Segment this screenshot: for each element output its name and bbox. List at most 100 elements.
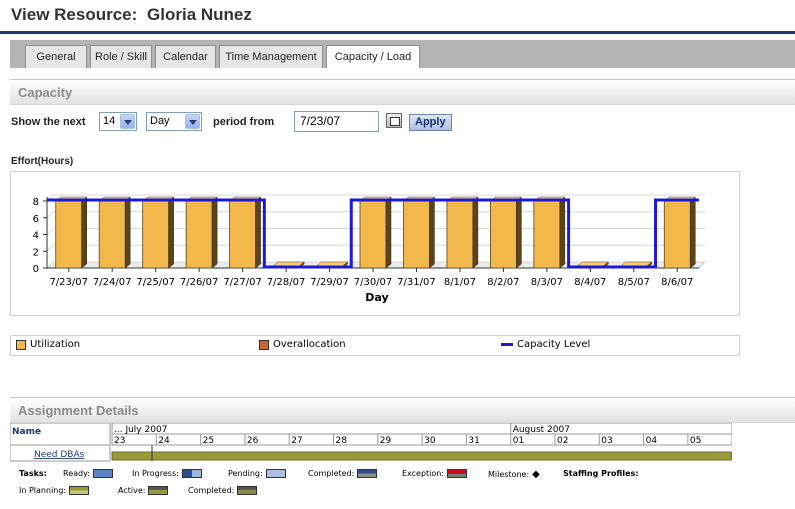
apply-button[interactable]: Apply <box>409 114 452 131</box>
x-tick-label: 7/27/07 <box>223 277 262 288</box>
page-title-label: View Resource: <box>11 5 138 24</box>
chevron-down-icon <box>185 114 200 129</box>
completed-swatch <box>357 469 378 478</box>
period-count-select[interactable]: 14 <box>99 112 137 131</box>
assignment-gantt: Name Need DBAs ... July 2007 August 2007 23 2… <box>9 422 733 466</box>
day-label: 27 <box>291 436 302 446</box>
utilization-bar-side <box>385 196 392 269</box>
day-label: 28 <box>336 436 348 446</box>
gridline-side <box>46 228 54 235</box>
resource-name: Gloria Nunez <box>147 5 252 24</box>
y-tick-label: 8 <box>33 197 39 208</box>
x-tick-label: 8/1/07 <box>444 277 476 288</box>
ready-label: Ready: <box>63 469 90 478</box>
name-header: Name <box>12 427 41 437</box>
utilization-bar-side <box>429 196 435 269</box>
gridline-side <box>46 244 54 252</box>
staffing-profiles-text: Staffing Profiles: <box>563 469 639 478</box>
period-unit-select[interactable]: Day <box>146 112 202 131</box>
tab-capacity-load[interactable]: Capacity / Load <box>326 45 420 68</box>
utilization-bar-top <box>576 261 610 267</box>
x-tick-label: 7/26/07 <box>180 277 219 288</box>
day-label: 29 <box>380 436 392 446</box>
diamond-icon: ◆ <box>532 469 540 480</box>
legend-completed: Completed: <box>308 469 378 478</box>
legend-exception: Exception: <box>402 469 468 478</box>
utilization-bar <box>489 200 517 269</box>
tab-capacity-load-label: Capacity / Load <box>334 51 412 63</box>
legend-capacity-level: Capacity Level <box>501 339 590 350</box>
utilization-bar-side <box>211 196 218 269</box>
show-next-label: Show the next <box>11 116 86 128</box>
chart-legend: Utilization Overallocation Capacity Leve… <box>10 335 740 356</box>
tasks-label-text: Tasks: <box>19 469 47 478</box>
task-name-link[interactable]: Need DBAs <box>34 450 85 460</box>
start-date-input[interactable]: 7/23/07 <box>294 111 379 132</box>
milestone-label: Milestone: <box>488 470 530 479</box>
capacity-chart: 0 2 4 6 8 7/23/07 7/24/07 7/25/07 7/26/07 7/27/07… <box>10 171 740 316</box>
legend-overallocation-label: Overallocation <box>273 339 346 350</box>
active-swatch <box>148 486 169 495</box>
utilization-bar-side <box>559 196 566 269</box>
x-tick-label: 7/29/07 <box>310 277 349 288</box>
utilization-bar <box>98 200 126 269</box>
utilization-bar-top <box>620 261 653 267</box>
tab-general[interactable]: General <box>25 45 87 68</box>
legend-capacity-level-label: Capacity Level <box>517 339 591 350</box>
legend-milestone: Milestone: ◆ <box>488 469 540 480</box>
day-label: 02 <box>557 436 568 446</box>
x-axis-title: Day <box>365 291 388 304</box>
utilization-bar <box>533 200 561 269</box>
day-label: 03 <box>601 436 612 446</box>
x-tick-label: 7/28/07 <box>267 277 306 288</box>
day-label: 31 <box>468 436 479 446</box>
x-tick-label: 7/31/07 <box>397 277 436 288</box>
utilization-bar <box>403 200 430 269</box>
x-tick-label: 7/25/07 <box>136 277 175 288</box>
legend-overallocation: Overallocation <box>259 339 346 350</box>
utilization-bar-side <box>124 196 131 269</box>
utilization-bar-side <box>255 196 261 269</box>
effort-label: Effort(Hours) <box>11 156 74 167</box>
legend-in-planning: In Planning: <box>19 486 90 495</box>
completed-profile-swatch <box>237 486 258 495</box>
day-label: 25 <box>203 436 214 446</box>
completed-profile-label: Completed: <box>188 486 235 495</box>
capacity-section-header: Capacity <box>10 79 795 105</box>
legend-pending: Pending: <box>228 469 286 478</box>
utilization-bar <box>55 200 83 269</box>
task-status-legend: Tasks: Ready: In Progress: Pending: Comp… <box>10 466 790 500</box>
in-planning-swatch <box>69 486 90 495</box>
exception-swatch <box>447 469 468 478</box>
day-label: 01 <box>513 436 524 446</box>
utilization-bar <box>185 200 213 269</box>
pending-swatch <box>265 469 286 478</box>
utilization-bar-side <box>81 196 87 269</box>
period-from-label: period from <box>213 116 275 128</box>
tasks-label: Tasks: <box>19 469 47 478</box>
tab-bar: General Role / Skill Calendar Time Manag… <box>10 40 795 68</box>
y-tick-label: 0 <box>33 264 39 275</box>
in-progress-label: In Progress: <box>132 469 179 478</box>
tab-time-management[interactable]: Time Management <box>219 45 323 68</box>
legend-in-progress: In Progress: <box>132 469 202 478</box>
pending-label: Pending: <box>228 469 263 478</box>
day-label: 24 <box>158 436 170 446</box>
utilization-bar <box>446 200 474 269</box>
utilization-bar-top <box>315 261 349 267</box>
legend-active: Active: <box>118 486 169 495</box>
staffing-profiles-label: Staffing Profiles: <box>563 469 638 478</box>
calendar-icon[interactable] <box>386 113 402 128</box>
tab-time-management-label: Time Management <box>225 51 317 63</box>
utilization-bar <box>229 200 257 269</box>
x-tick-label: 8/5/07 <box>618 277 650 288</box>
y-tick-label: 2 <box>33 247 39 258</box>
utilization-bar-side <box>690 196 696 269</box>
x-tick-label: 7/23/07 <box>49 277 88 288</box>
tab-calendar[interactable]: Calendar <box>155 45 216 68</box>
x-tick-label: 7/30/07 <box>354 277 393 288</box>
utilization-bar-side <box>472 196 479 269</box>
ready-swatch <box>92 469 113 478</box>
x-tick-label: 8/4/07 <box>574 277 606 288</box>
tab-role-skill[interactable]: Role / Skill <box>90 45 152 68</box>
